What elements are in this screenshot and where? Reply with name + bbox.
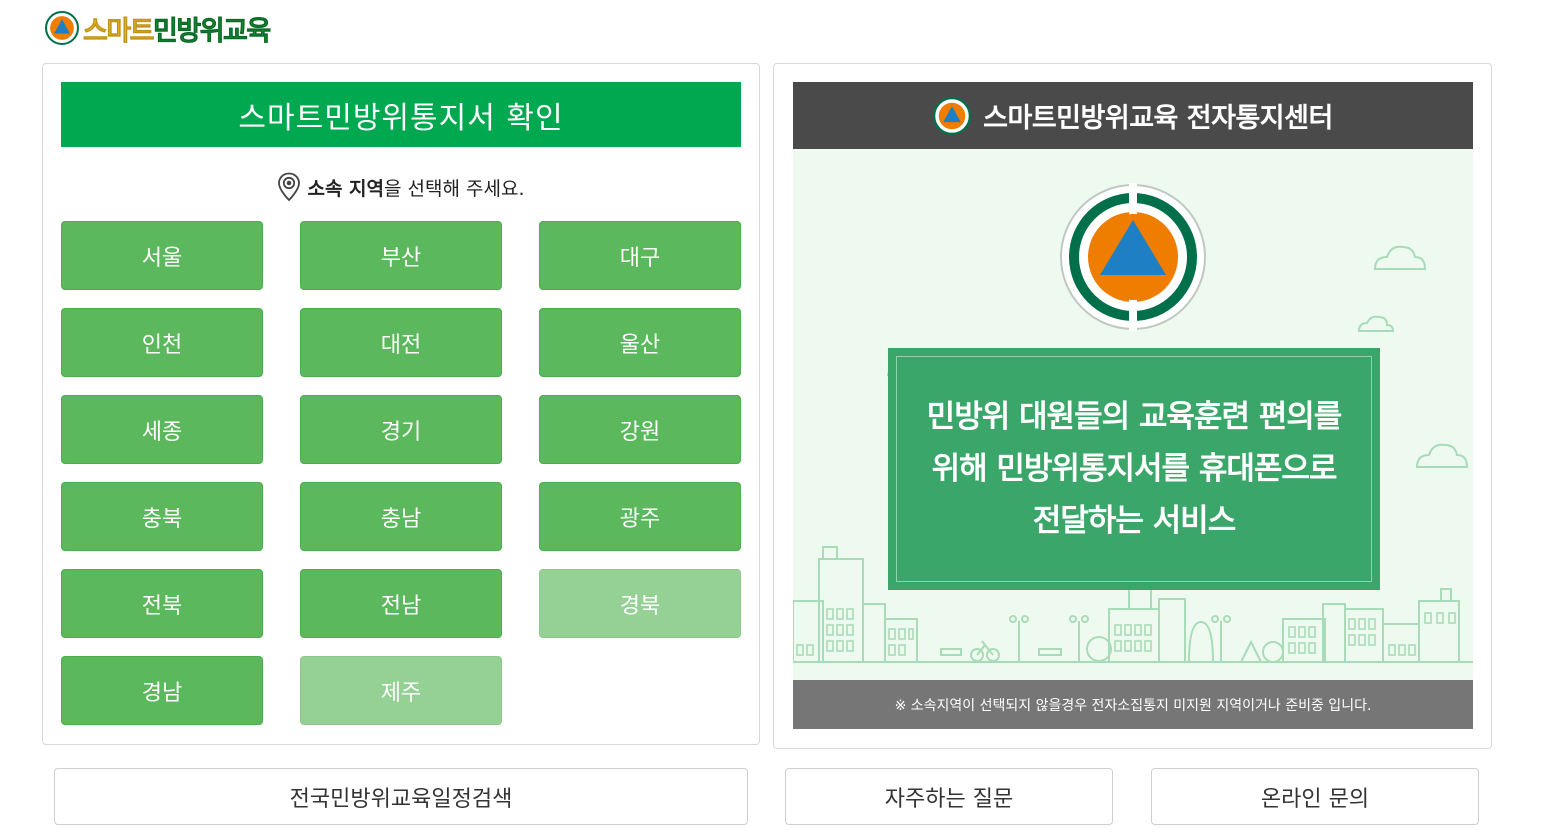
service-description-box: 민방위 대원들의 교육훈련 편의를 위해 민방위통지서를 휴대폰으로 전달하는 … bbox=[888, 348, 1380, 590]
region-button: 경북 bbox=[539, 569, 741, 638]
info-panel: 스마트민방위교육 전자통지센터 민방위 대원들의 교육훈련 편의를 위해 민방위… bbox=[773, 63, 1492, 749]
site-logo[interactable]: 스마트민방위교육 bbox=[45, 8, 272, 48]
region-button[interactable]: 세종 bbox=[61, 395, 263, 464]
description-line: 전달하는 서비스 bbox=[1032, 503, 1236, 539]
prompt-bold: 소속 지역 bbox=[307, 177, 385, 200]
panel-title: 스마트민방위통지서 확인 bbox=[61, 82, 741, 147]
civil-defense-emblem-icon bbox=[45, 11, 79, 45]
service-description: 민방위 대원들의 교육훈련 편의를 위해 민방위통지서를 휴대폰으로 전달하는 … bbox=[896, 356, 1372, 582]
civil-defense-emblem-icon bbox=[933, 96, 972, 135]
region-button[interactable]: 울산 bbox=[539, 308, 741, 377]
logo-text: 스마트민방위교육 bbox=[83, 15, 272, 47]
info-panel-title: 스마트민방위교육 전자통지센터 bbox=[983, 103, 1333, 134]
notice-bar: ※ 소속지역이 선택되지 않을경우 전자소집통지 미지원 지역이거나 준비중 입… bbox=[793, 680, 1473, 729]
info-panel-header: 스마트민방위교육 전자통지센터 bbox=[793, 82, 1473, 149]
region-button[interactable]: 서울 bbox=[61, 221, 263, 290]
region-button[interactable]: 광주 bbox=[539, 482, 741, 551]
region-button[interactable]: 전남 bbox=[300, 569, 502, 638]
service-banner: 민방위 대원들의 교육훈련 편의를 위해 민방위통지서를 휴대폰으로 전달하는 … bbox=[793, 149, 1473, 680]
prompt-text: 을 선택해 주세요. bbox=[384, 177, 525, 200]
notice-check-panel: 스마트민방위통지서 확인 소속 지역 을 선택해 주세요. 서울 부산 대구인천 대전 울… bbox=[42, 63, 760, 745]
region-button[interactable]: 부산 bbox=[300, 221, 502, 290]
description-line: 위해 민방위통지서를 휴대폰으로 bbox=[931, 451, 1338, 487]
civil-defense-emblem bbox=[1060, 183, 1206, 331]
region-button[interactable]: 인천 bbox=[61, 308, 263, 377]
map-pin-icon bbox=[278, 172, 301, 202]
region-button[interactable]: 경기 bbox=[300, 395, 502, 464]
region-button[interactable]: 전북 bbox=[61, 569, 263, 638]
region-button[interactable]: 충남 bbox=[300, 482, 502, 551]
region-button[interactable]: 대전 bbox=[300, 308, 502, 377]
faq-button[interactable]: 자주하는 질문 bbox=[785, 768, 1113, 825]
region-prompt: 소속 지역 을 선택해 주세요. bbox=[43, 172, 759, 202]
region-button[interactable]: 경남 bbox=[61, 656, 263, 725]
schedule-search-button[interactable]: 전국민방위교육일정검색 bbox=[54, 768, 748, 825]
region-button: 제주 bbox=[300, 656, 502, 725]
description-line: 민방위 대원들의 교육훈련 편의를 bbox=[926, 399, 1343, 435]
region-button[interactable]: 강원 bbox=[539, 395, 741, 464]
region-button[interactable]: 충북 bbox=[61, 482, 263, 551]
online-inquiry-button[interactable]: 온라인 문의 bbox=[1151, 768, 1479, 825]
region-button[interactable]: 대구 bbox=[539, 221, 741, 290]
